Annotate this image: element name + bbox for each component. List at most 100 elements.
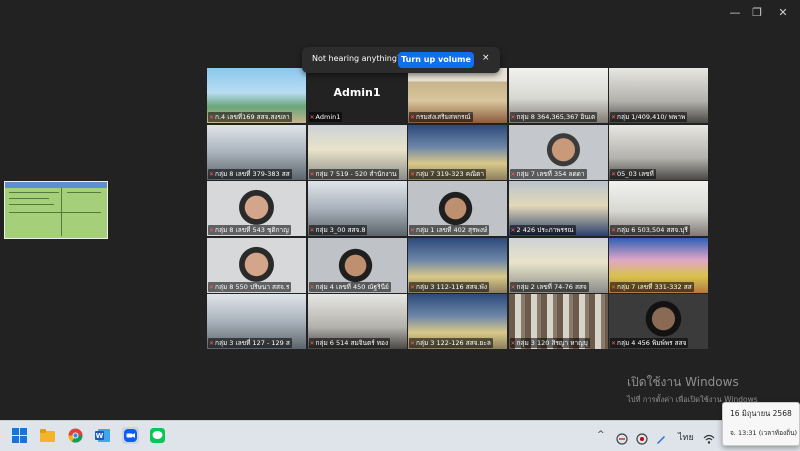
participant-name: กลุ่ม 3 120 สิรญา หาญบุ [516,339,588,347]
participant-name: กลุ่ม 8 เลขที่ 543 ชุติกาญ [215,226,289,234]
participant-name: กลุ่ม 7 เลขที่ 354 ลดดา [516,169,585,178]
muted-mic-icon: ✕ [611,170,617,178]
muted-mic-icon: ✕ [510,227,516,234]
clock-popup[interactable]: 16 มิถุนายน 2568 จ. 13:31 (เวลาท้องถิ่น) [722,402,800,446]
participant-name: กลุ่ม 1 เลขที่ 402 สุรพงษ์ [416,226,488,234]
participant-name: กลุ่ม 6 503,504 สสจ.บุรี [617,226,688,234]
participant-name-label: ✕05_03 เลขที่ [610,168,656,179]
participant-tile[interactable]: ✕กลุ่ม 6 514 สมจินตร์ ทอง [307,294,407,349]
participant-tile[interactable]: ✕กลุ่ม 4 456 พิมพ์พร สสจ [609,294,708,349]
muted-mic-icon: ✕ [410,283,416,291]
participant-tile[interactable]: ✕กลุ่ม 1/409,410/ พพาพ [609,68,708,123]
participant-name-label: ✕กลุ่ม 6 503,504 สสจ.บุรี [610,225,690,235]
tray-overflow-icon[interactable]: ^ [597,430,605,440]
participant-name: กลุ่ม 3 122-126 สสจ.ยะล [416,339,491,347]
participant-tile[interactable]: ✕05_03 เลขที่ [609,124,708,180]
participant-name-label: ✕กลุ่ม 8 550 ปริษนา สสจ.ร [208,281,292,292]
close-button[interactable]: ✕ [772,6,794,20]
participant-name-label: ✕กลุ่ม 6 514 สมจินตร์ ทอง [308,338,391,348]
participant-name-label: ✕กลุ่ม 3 122-126 สสจ.ยะล [409,338,493,348]
shared-screen-thumbnail[interactable] [4,181,108,239]
close-notice-icon[interactable]: × [482,53,490,63]
participant-name-label: ✕กลุ่ม 4 เลขที่ 450 ณัฐรินีย์ [308,281,391,292]
muted-mic-icon: ✕ [410,340,416,347]
chrome-icon[interactable] [68,428,83,443]
participant-name: ก.4 เลขที่169 สสจ.สงขลา [215,113,290,121]
participant-tile[interactable]: ✕กลุ่ม 6 503,504 สสจ.บุรี [609,181,708,236]
participant-name-label: ✕Admin1 [308,112,343,122]
participant-tile[interactable]: ✕กลุ่ม 8 เลขที่ 379-383 สส [207,124,306,180]
participant-tile[interactable]: ✕กลุ่ม 7 เลขที่ 331-332 สส [609,237,708,293]
recording-icon[interactable] [636,430,648,445]
participant-tile[interactable]: ✕กลุ่ม 3_00 สสจ.8 [307,181,407,236]
muted-mic-icon: ✕ [309,114,315,121]
participant-name-label: ✕กลุ่ม 7 319-323 คณิตา [409,168,486,179]
participant-tile[interactable]: ✕2 426 ประภาพรรณ [508,181,608,236]
participant-name: กลุ่ม 3_00 สสจ.8 [315,226,366,234]
participant-name-label: ✕กลุ่ม 1/409,410/ พพาพ [610,112,688,122]
participant-tile[interactable]: ✕กลุ่ม 7 319-323 คณิตา [408,124,507,180]
participant-tile[interactable]: ✕กลุ่ม 1 เลขที่ 402 สุรพงษ์ [408,181,507,236]
muted-mic-icon: ✕ [510,170,516,178]
participant-tile[interactable]: ✕กลุ่ม 3 112-116 สสจ.พัง [408,237,507,293]
participant-tile[interactable]: ✕ก.4 เลขที่169 สสจ.สงขลา [207,68,306,123]
participant-name: กลุ่ม 7 319-323 คณิตา [416,169,484,178]
pen-icon[interactable] [655,430,667,444]
muted-mic-icon: ✕ [611,114,617,121]
participant-name-label: ✕กลุ่ม 3 เลขที่ 127 - 129 ส [208,338,292,348]
participant-tile[interactable]: ✕กลุ่ม 2 เลขที่ 74-76 สสจ [508,237,608,293]
turn-up-volume-button[interactable]: Turn up volume [398,52,474,68]
muted-mic-icon: ✕ [209,170,215,178]
muted-mic-icon: ✕ [209,283,215,291]
participant-tile[interactable]: ✕กลุ่ม 4 เลขที่ 450 ณัฐรินีย์ [307,237,407,293]
thumbnail-header [5,182,107,188]
participant-tile[interactable]: ✕กลุ่ม 8 550 ปริษนา สสจ.ร [207,237,306,293]
taskbar: W ^ ไทย [0,420,800,451]
participant-name-label: ✕กลุ่ม 7 เลขที่ 354 ลดดา [509,168,587,179]
svg-text:W: W [96,432,104,440]
participant-name: กลุ่ม 4 เลขที่ 450 ณัฐรินีย์ [315,282,389,291]
audio-notice-message: Not hearing anything? [312,54,402,63]
participant-name: กลุ่ม 4 456 พิมพ์พร สสจ [617,339,687,347]
restore-button[interactable]: ❐ [746,6,768,20]
participant-tile[interactable]: ✕กรมส่งเสริมสหกรณ์ [408,68,507,123]
participant-tile[interactable]: ✕กลุ่ม 3 120 สิรญา หาญบุ [508,294,608,349]
participant-name-label: ✕กลุ่ม 8 เลขที่ 543 ชุติกาญ [208,225,291,235]
participant-name: Admin1 [315,113,341,121]
wifi-icon[interactable] [703,430,715,444]
gallery-grid: ✕ก.4 เลขที่169 สสจ.สงขลา Admin1 ✕Admin1 ✕กร… [207,68,708,350]
participant-tile[interactable]: ✕กลุ่ม 7 เลขที่ 354 ลดดา [508,124,608,180]
participant-tile[interactable]: Admin1 ✕Admin1 [307,68,407,123]
participant-tile[interactable]: ✕กลุ่ม 3 122-126 สสจ.ยะล [408,294,507,349]
cloud-icon[interactable] [616,430,628,445]
participant-name: กลุ่ม 7 519 - 520 สำนักงาน [315,169,397,178]
muted-mic-icon: ✕ [410,114,416,121]
input-language[interactable]: ไทย [678,430,694,444]
word-icon[interactable]: W [95,428,110,443]
participant-name-label: ✕กลุ่ม 1 เลขที่ 402 สุรพงษ์ [409,225,490,235]
file-explorer-icon[interactable] [40,428,55,443]
muted-mic-icon: ✕ [611,340,617,347]
minimize-button[interactable]: — [724,6,746,20]
participant-name-label: ✕กลุ่ม 3_00 สสจ.8 [308,225,368,235]
participant-tile[interactable]: ✕กลุ่ม 8 เลขที่ 543 ชุติกาญ [207,181,306,236]
zoom-app-icon[interactable] [122,427,139,444]
start-icon[interactable] [12,428,27,443]
participant-tile[interactable]: ✕กลุ่ม 7 519 - 520 สำนักงาน [307,124,407,180]
participant-name-label: ✕กลุ่ม 8 364,365,367 อินเต [509,112,598,122]
muted-mic-icon: ✕ [309,170,315,178]
muted-mic-icon: ✕ [510,283,516,291]
participant-name-label: ✕ก.4 เลขที่169 สสจ.สงขลา [208,112,292,122]
meeting-window: — ❐ ✕ ✕ก.4 เลขที่169 สสจ.สงขลา Admin1 ✕Adm… [0,0,800,420]
participant-name: 05_03 เลขที่ [617,169,654,178]
participant-name-label: ✕2 426 ประภาพรรณ [509,225,576,235]
line-app-icon[interactable] [150,428,165,443]
participant-tile[interactable]: ✕กลุ่ม 8 364,365,367 อินเต [508,68,608,123]
participant-name-label: ✕กลุ่ม 7 519 - 520 สำนักงาน [308,168,399,179]
participant-name-label: ✕กลุ่ม 8 เลขที่ 379-383 สส [208,168,292,179]
activation-title: เปิดใช้งาน Windows [627,375,739,389]
participant-name: กลุ่ม 3 เลขที่ 127 - 129 ส [215,339,290,347]
clock-date: 16 มิถุนายน 2568 [730,409,792,418]
participant-tile[interactable]: ✕กลุ่ม 3 เลขที่ 127 - 129 ส [207,294,306,349]
muted-mic-icon: ✕ [510,340,516,347]
